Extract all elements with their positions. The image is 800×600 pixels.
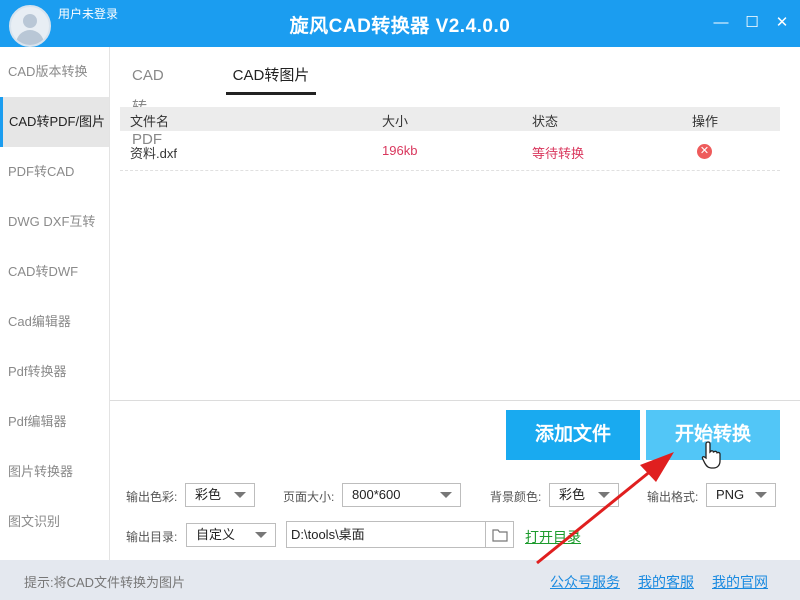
table-header: 文件名 大小 状态 操作 xyxy=(120,107,780,131)
chevron-down-icon xyxy=(234,492,246,498)
chevron-down-icon xyxy=(440,492,452,498)
sidebar: CAD版本转换 CAD转PDF/图片 PDF转CAD DWG DXF互转 CAD… xyxy=(0,47,110,560)
output-dir-mode-value: 自定义 xyxy=(196,527,236,542)
output-color-select[interactable]: 彩色 xyxy=(185,483,255,507)
sidebar-item-ocr[interactable]: 图文识别 xyxy=(0,497,109,547)
file-name: 资料.dxf xyxy=(130,146,177,161)
add-file-button[interactable]: 添加文件 xyxy=(506,410,640,460)
column-header-status: 状态 xyxy=(532,114,559,129)
sidebar-item-pdf-to-cad[interactable]: PDF转CAD xyxy=(0,147,109,197)
title-bar: 用户未登录 旋风CAD转换器 V2.4.0.0 — ☐ ✕ xyxy=(0,0,800,47)
sidebar-item-cad-to-dwf[interactable]: CAD转DWF xyxy=(0,247,109,297)
app-title: 旋风CAD转换器 V2.4.0.0 xyxy=(289,16,511,37)
sidebar-item-cad-editor[interactable]: Cad编辑器 xyxy=(0,297,109,347)
minimize-icon[interactable]: — xyxy=(710,12,732,34)
close-icon[interactable]: ✕ xyxy=(771,12,793,34)
table-row[interactable]: 资料.dxf 196kb 等待转换 ✕ xyxy=(120,131,780,171)
background-color-label: 背景颜色: xyxy=(490,490,542,504)
file-size: 196kb xyxy=(382,143,418,158)
column-header-operation: 操作 xyxy=(692,114,719,129)
column-header-name: 文件名 xyxy=(130,114,170,129)
folder-icon xyxy=(492,529,508,542)
sidebar-item-cad-version[interactable]: CAD版本转换 xyxy=(0,47,109,97)
status-tip: 提示:将CAD文件转换为图片 xyxy=(24,575,186,590)
file-status: 等待转换 xyxy=(532,146,585,161)
tab-cad-to-pdf[interactable]: CAD转PDF xyxy=(132,60,164,148)
background-color-select[interactable]: 彩色 xyxy=(549,483,619,507)
chevron-down-icon xyxy=(598,492,610,498)
start-convert-button[interactable]: 开始转换 xyxy=(646,410,780,460)
sidebar-item-pdf-converter[interactable]: Pdf转换器 xyxy=(0,347,109,397)
sidebar-item-dwg-dxf[interactable]: DWG DXF互转 xyxy=(0,197,109,247)
customer-service-link[interactable]: 我的客服 xyxy=(638,572,694,592)
official-website-link[interactable]: 我的官网 xyxy=(712,572,768,592)
browse-folder-button[interactable] xyxy=(486,521,514,548)
sidebar-item-cad-to-pdf-image[interactable]: CAD转PDF/图片 xyxy=(0,97,109,147)
output-color-value: 彩色 xyxy=(195,487,222,502)
output-dir-mode-select[interactable]: 自定义 xyxy=(186,523,276,547)
column-header-size: 大小 xyxy=(382,114,409,129)
chevron-down-icon xyxy=(255,532,267,538)
open-directory-link[interactable]: 打开目录 xyxy=(525,527,581,547)
sidebar-item-pdf-editor[interactable]: Pdf编辑器 xyxy=(0,397,109,447)
file-table: 文件名 大小 状态 操作 资料.dxf 196kb 等待转换 ✕ xyxy=(120,107,780,171)
page-size-label: 页面大小: xyxy=(283,490,335,504)
status-bar: 提示:将CAD文件转换为图片 公众号服务 我的客服 我的官网 xyxy=(0,560,800,600)
output-color-label: 输出色彩: xyxy=(126,490,178,504)
output-dir-label: 输出目录: xyxy=(126,530,178,544)
official-account-link[interactable]: 公众号服务 xyxy=(550,572,620,592)
chevron-down-icon xyxy=(755,492,767,498)
output-format-value: PNG xyxy=(716,487,745,502)
page-size-value: 800*600 xyxy=(352,487,401,502)
output-format-label: 输出格式: xyxy=(647,490,699,504)
maximize-icon[interactable]: ☐ xyxy=(741,12,763,34)
delete-icon[interactable]: ✕ xyxy=(697,144,712,159)
page-size-select[interactable]: 800*600 xyxy=(342,483,461,507)
tab-cad-to-image[interactable]: CAD转图片 xyxy=(226,60,316,95)
background-color-value: 彩色 xyxy=(559,487,586,502)
output-dir-input[interactable]: D:\tools\桌面 xyxy=(286,521,486,548)
output-format-select[interactable]: PNG xyxy=(706,483,776,507)
sidebar-item-image-converter[interactable]: 图片转换器 xyxy=(0,447,109,497)
